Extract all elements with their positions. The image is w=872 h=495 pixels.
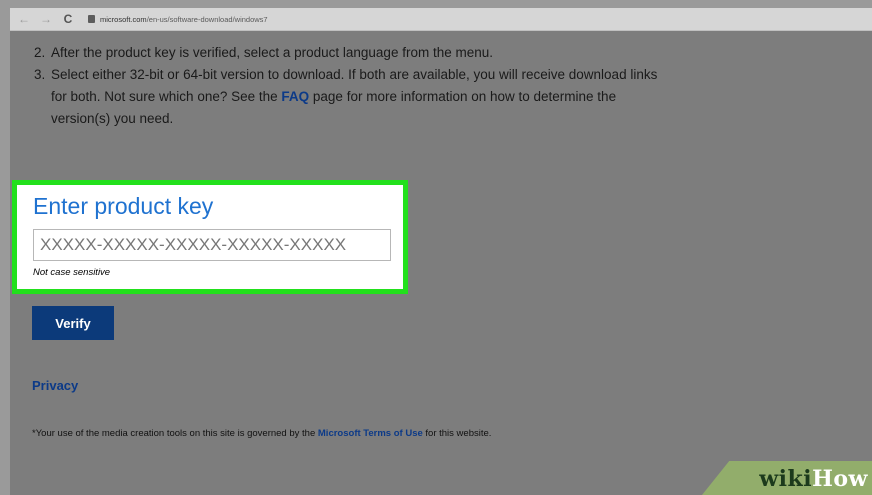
- lock-icon: [88, 15, 95, 23]
- verify-button[interactable]: Verify: [32, 306, 114, 340]
- privacy-link[interactable]: Privacy: [32, 378, 78, 393]
- instruction-steps: 2. After the product key is verified, se…: [34, 42, 674, 130]
- watermark-part1: wiki: [759, 466, 813, 492]
- step-3: 3. Select either 32-bit or 64-bit versio…: [34, 64, 674, 130]
- product-key-section: Enter product key Not case sensitive: [12, 180, 408, 294]
- step-number: 2.: [34, 45, 46, 60]
- url-path: /en-us/software-download/windows7: [146, 14, 268, 24]
- step-2: 2. After the product key is verified, se…: [34, 42, 674, 64]
- screenshot-frame: ← → C microsoft.com/en-us/software-downl…: [10, 8, 872, 495]
- product-key-hint: Not case sensitive: [33, 267, 111, 278]
- wikihow-watermark: wikiHow: [702, 461, 872, 495]
- step-number: 3.: [34, 67, 46, 82]
- faq-link[interactable]: FAQ: [281, 89, 309, 104]
- terms-of-use-link[interactable]: Microsoft Terms of Use: [318, 428, 423, 439]
- product-key-title: Enter product key: [33, 193, 214, 219]
- page-content: 2. After the product key is verified, se…: [10, 30, 872, 495]
- step-text: After the product key is verified, selec…: [51, 45, 493, 60]
- watermark-part2: How: [812, 466, 868, 492]
- footnote-text-end: for this website.: [422, 428, 492, 439]
- product-key-input[interactable]: [33, 229, 391, 261]
- footnote-text: *Your use of the media creation tools on…: [32, 428, 318, 439]
- arrow-right-icon[interactable]: →: [38, 11, 54, 27]
- watermark-logo: wikiHow: [759, 466, 868, 492]
- browser-toolbar: ← → C microsoft.com/en-us/software-downl…: [10, 8, 872, 31]
- url-domain: microsoft.com: [100, 14, 147, 24]
- footnote: *Your use of the media creation tools on…: [32, 428, 491, 439]
- arrow-left-icon[interactable]: ←: [16, 11, 32, 27]
- address-bar[interactable]: microsoft.com/en-us/software-download/wi…: [100, 15, 268, 24]
- reload-icon[interactable]: C: [60, 11, 76, 27]
